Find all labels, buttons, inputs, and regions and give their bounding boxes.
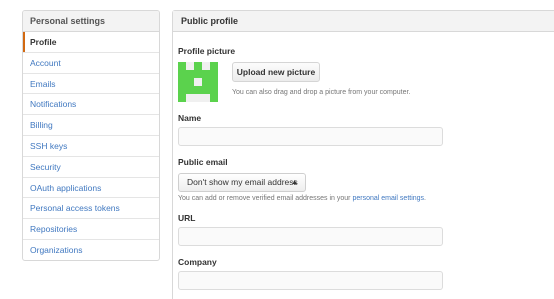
public-email-select[interactable]: Don't show my email address ▲︎ xyxy=(178,173,306,192)
sidebar-item-account[interactable]: Account xyxy=(23,53,159,74)
personal-email-settings-link[interactable]: personal email settings xyxy=(352,195,424,202)
public-email-label: Public email xyxy=(178,157,228,167)
upload-hint: You can also drag and drop a picture fro… xyxy=(232,89,411,96)
public-email-selected-value: Don't show my email address xyxy=(187,177,298,187)
sidebar-header: Personal settings xyxy=(23,11,159,32)
url-label: URL xyxy=(178,213,196,223)
identicon-icon xyxy=(178,62,218,102)
sidebar-item-security[interactable]: Security xyxy=(23,157,159,178)
upload-picture-button[interactable]: Upload new picture xyxy=(232,62,320,82)
company-label: Company xyxy=(178,257,217,267)
sidebar-item-organizations[interactable]: Organizations xyxy=(23,240,159,260)
profile-picture-label: Profile picture xyxy=(178,46,236,56)
name-input[interactable] xyxy=(178,127,443,146)
sidebar-item-personal-access-tokens[interactable]: Personal access tokens xyxy=(23,198,159,220)
sidebar-item-emails[interactable]: Emails xyxy=(23,74,159,95)
select-caret-icon: ▲︎ xyxy=(291,179,298,186)
page-title: Public profile xyxy=(173,11,554,32)
public-email-hint-text: You can add or remove verified email add… xyxy=(178,195,353,202)
settings-sidebar: Personal settings Profile Account Emails… xyxy=(22,10,160,261)
sidebar-item-billing[interactable]: Billing xyxy=(23,115,159,136)
company-input[interactable] xyxy=(178,271,443,290)
public-email-hint-suffix: . xyxy=(424,195,426,202)
url-input[interactable] xyxy=(178,227,443,246)
sidebar-item-oauth-applications[interactable]: OAuth applications xyxy=(23,178,159,199)
sidebar-item-ssh-keys[interactable]: SSH keys xyxy=(23,136,159,157)
name-label: Name xyxy=(178,113,202,123)
sidebar-item-repositories[interactable]: Repositories xyxy=(23,219,159,240)
sidebar-item-notifications[interactable]: Notifications xyxy=(23,94,159,116)
sidebar-item-profile[interactable]: Profile xyxy=(23,32,159,53)
public-email-hint: You can add or remove verified email add… xyxy=(178,195,426,202)
